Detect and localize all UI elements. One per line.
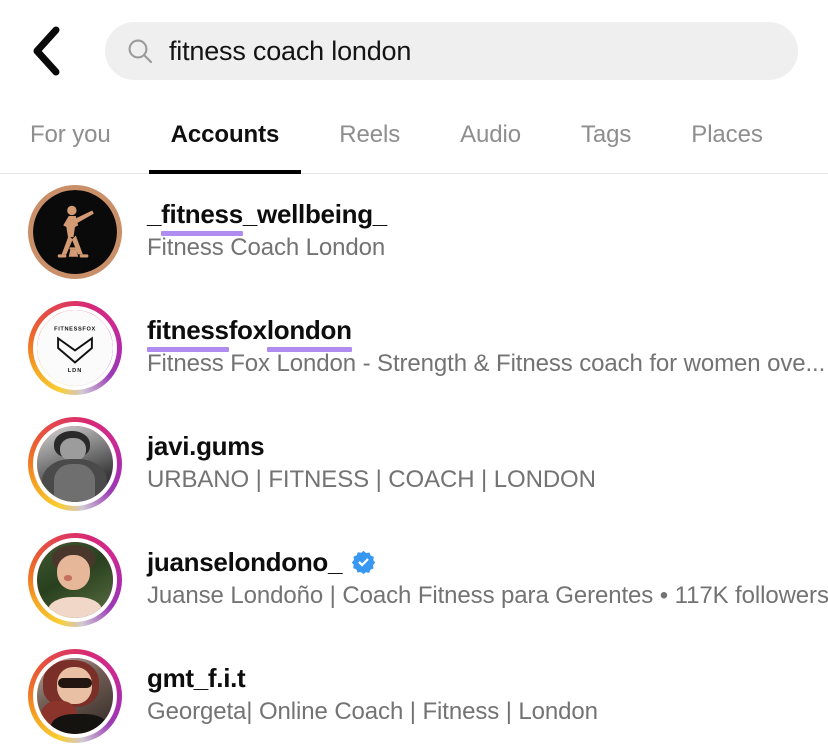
subtitle-highlight: coach xyxy=(579,349,643,379)
username-highlight: fitness xyxy=(161,199,243,236)
subtitle-highlight: London xyxy=(276,349,357,379)
account-text-block: _ fitness _wellbeing_ Fitness Coach London xyxy=(147,199,828,264)
search-icon xyxy=(128,39,153,64)
subtitle-text: - Strength & Fitness xyxy=(356,349,580,377)
tab-audio[interactable]: Audio xyxy=(460,102,521,174)
tab-label: Audio xyxy=(460,121,521,148)
search-tab-bar: For you Accounts Reels Audio Tags Places xyxy=(0,102,828,174)
username-highlight: london xyxy=(266,315,352,352)
account-text-block: fitness fox london Fitness Fox London - Str… xyxy=(147,315,828,380)
username-text: javi.gums xyxy=(147,431,265,462)
account-username: javi.gums xyxy=(147,431,828,462)
subtitle-highlight: Fitness xyxy=(147,349,224,379)
subtitle-text: Juanse Londoño | xyxy=(147,581,343,609)
tab-tags[interactable]: Tags xyxy=(581,102,631,174)
tab-label: For you xyxy=(30,121,111,148)
avatar[interactable]: FITNESSFOX LDN xyxy=(28,301,122,395)
account-result-row[interactable]: juanselondono_ Juanse Londoño | Coach Fit… xyxy=(0,522,828,638)
verified-badge-icon xyxy=(351,550,376,575)
subtitle-highlight: Online Coach xyxy=(258,697,404,727)
account-results-list: _ fitness _wellbeing_ Fitness Coach London F… xyxy=(0,174,828,754)
tab-reels[interactable]: Reels xyxy=(339,102,400,174)
subtitle-highlight: FITNESS xyxy=(268,465,370,495)
subtitle-highlight: LONDON xyxy=(493,465,596,495)
avatar-image xyxy=(37,658,113,734)
subtitle-highlight: Fitness xyxy=(422,697,500,727)
tab-label: Places xyxy=(691,121,763,148)
account-subtitle: Juanse Londoño | Coach Fitness para Gere… xyxy=(147,582,828,611)
avatar-image xyxy=(37,426,113,502)
account-username: _ fitness _wellbeing_ xyxy=(147,199,828,236)
subtitle-text: para Gerentes • 117K followers xyxy=(494,581,828,609)
avatar[interactable] xyxy=(28,417,122,511)
subtitle-text: | xyxy=(474,465,494,493)
subtitle-text: Georgeta| xyxy=(147,697,259,725)
avatar-photo: FITNESSFOX LDN xyxy=(33,306,117,390)
tab-for-you[interactable]: For you xyxy=(30,102,111,174)
account-text-block: javi.gums URBANO | FITNESS | COACH | LOND… xyxy=(147,431,828,496)
username-text: _wellbeing_ xyxy=(242,199,387,230)
account-subtitle: Fitness Coach London xyxy=(147,234,828,263)
username-highlight: fitness xyxy=(147,315,229,352)
account-subtitle: Fitness Fox London - Strength & Fitness … xyxy=(147,350,828,379)
account-text-block: juanselondono_ Juanse Londoño | Coach Fit… xyxy=(147,547,828,612)
account-username: fitness fox london xyxy=(147,315,828,352)
tab-accounts[interactable]: Accounts xyxy=(148,102,301,174)
subtitle-text: | xyxy=(403,697,423,725)
subtitle-text: Fox xyxy=(223,349,277,377)
tab-label: Tags xyxy=(581,121,632,148)
avatar-photo xyxy=(33,422,117,506)
account-username: gmt_f.i.t xyxy=(147,663,828,694)
avatar-photo xyxy=(33,190,117,274)
account-result-row[interactable]: gmt_f.i.t Georgeta| Online Coach | Fitnes… xyxy=(0,638,828,754)
subtitle-text: for women ove... xyxy=(642,349,826,377)
subtitle-text: URBANO | xyxy=(147,465,269,493)
tab-label: Reels xyxy=(339,121,401,148)
account-result-row[interactable]: FITNESSFOX LDN fitness fox london Fitness Fox… xyxy=(0,290,828,406)
subtitle-highlight: COACH xyxy=(388,465,475,495)
subtitle-text: | xyxy=(369,465,389,493)
username-text: juanselondono_ xyxy=(147,547,343,578)
account-text-block: gmt_f.i.t Georgeta| Online Coach | Fitnes… xyxy=(147,663,828,728)
account-result-row[interactable]: javi.gums URBANO | FITNESS | COACH | LOND… xyxy=(0,406,828,522)
search-input[interactable]: fitness coach london xyxy=(105,22,798,80)
search-query-text: fitness coach london xyxy=(169,35,412,66)
svg-text:FITNESSFOX: FITNESSFOX xyxy=(54,326,96,332)
subtitle-highlight: Fitness Coach London xyxy=(147,233,386,263)
avatar[interactable] xyxy=(28,649,122,743)
account-username: juanselondono_ xyxy=(147,547,828,578)
back-chevron-icon[interactable] xyxy=(22,24,70,78)
username-text: _ xyxy=(147,199,162,230)
username-text: gmt_f.i.t xyxy=(147,663,246,694)
avatar-photo xyxy=(33,654,117,738)
subtitle-highlight: London xyxy=(518,697,598,727)
tab-places[interactable]: Places xyxy=(691,102,763,174)
avatar-image xyxy=(37,542,113,618)
tab-label: Accounts xyxy=(170,121,280,148)
avatar[interactable] xyxy=(28,533,122,627)
username-text: fox xyxy=(228,315,267,346)
subtitle-highlight: Coach Fitness xyxy=(342,581,495,611)
subtitle-text: | xyxy=(499,697,519,725)
account-result-row[interactable]: _ fitness _wellbeing_ Fitness Coach London xyxy=(0,174,828,290)
avatar-image: FITNESSFOX LDN xyxy=(37,310,113,386)
account-subtitle: Georgeta| Online Coach | Fitness | Londo… xyxy=(147,698,828,727)
account-subtitle: URBANO | FITNESS | COACH | LONDON xyxy=(147,466,828,495)
svg-text:LDN: LDN xyxy=(68,368,82,374)
avatar-image xyxy=(33,190,117,274)
avatar[interactable] xyxy=(28,185,122,279)
avatar-photo xyxy=(33,538,117,622)
search-header: fitness coach london xyxy=(0,0,828,102)
